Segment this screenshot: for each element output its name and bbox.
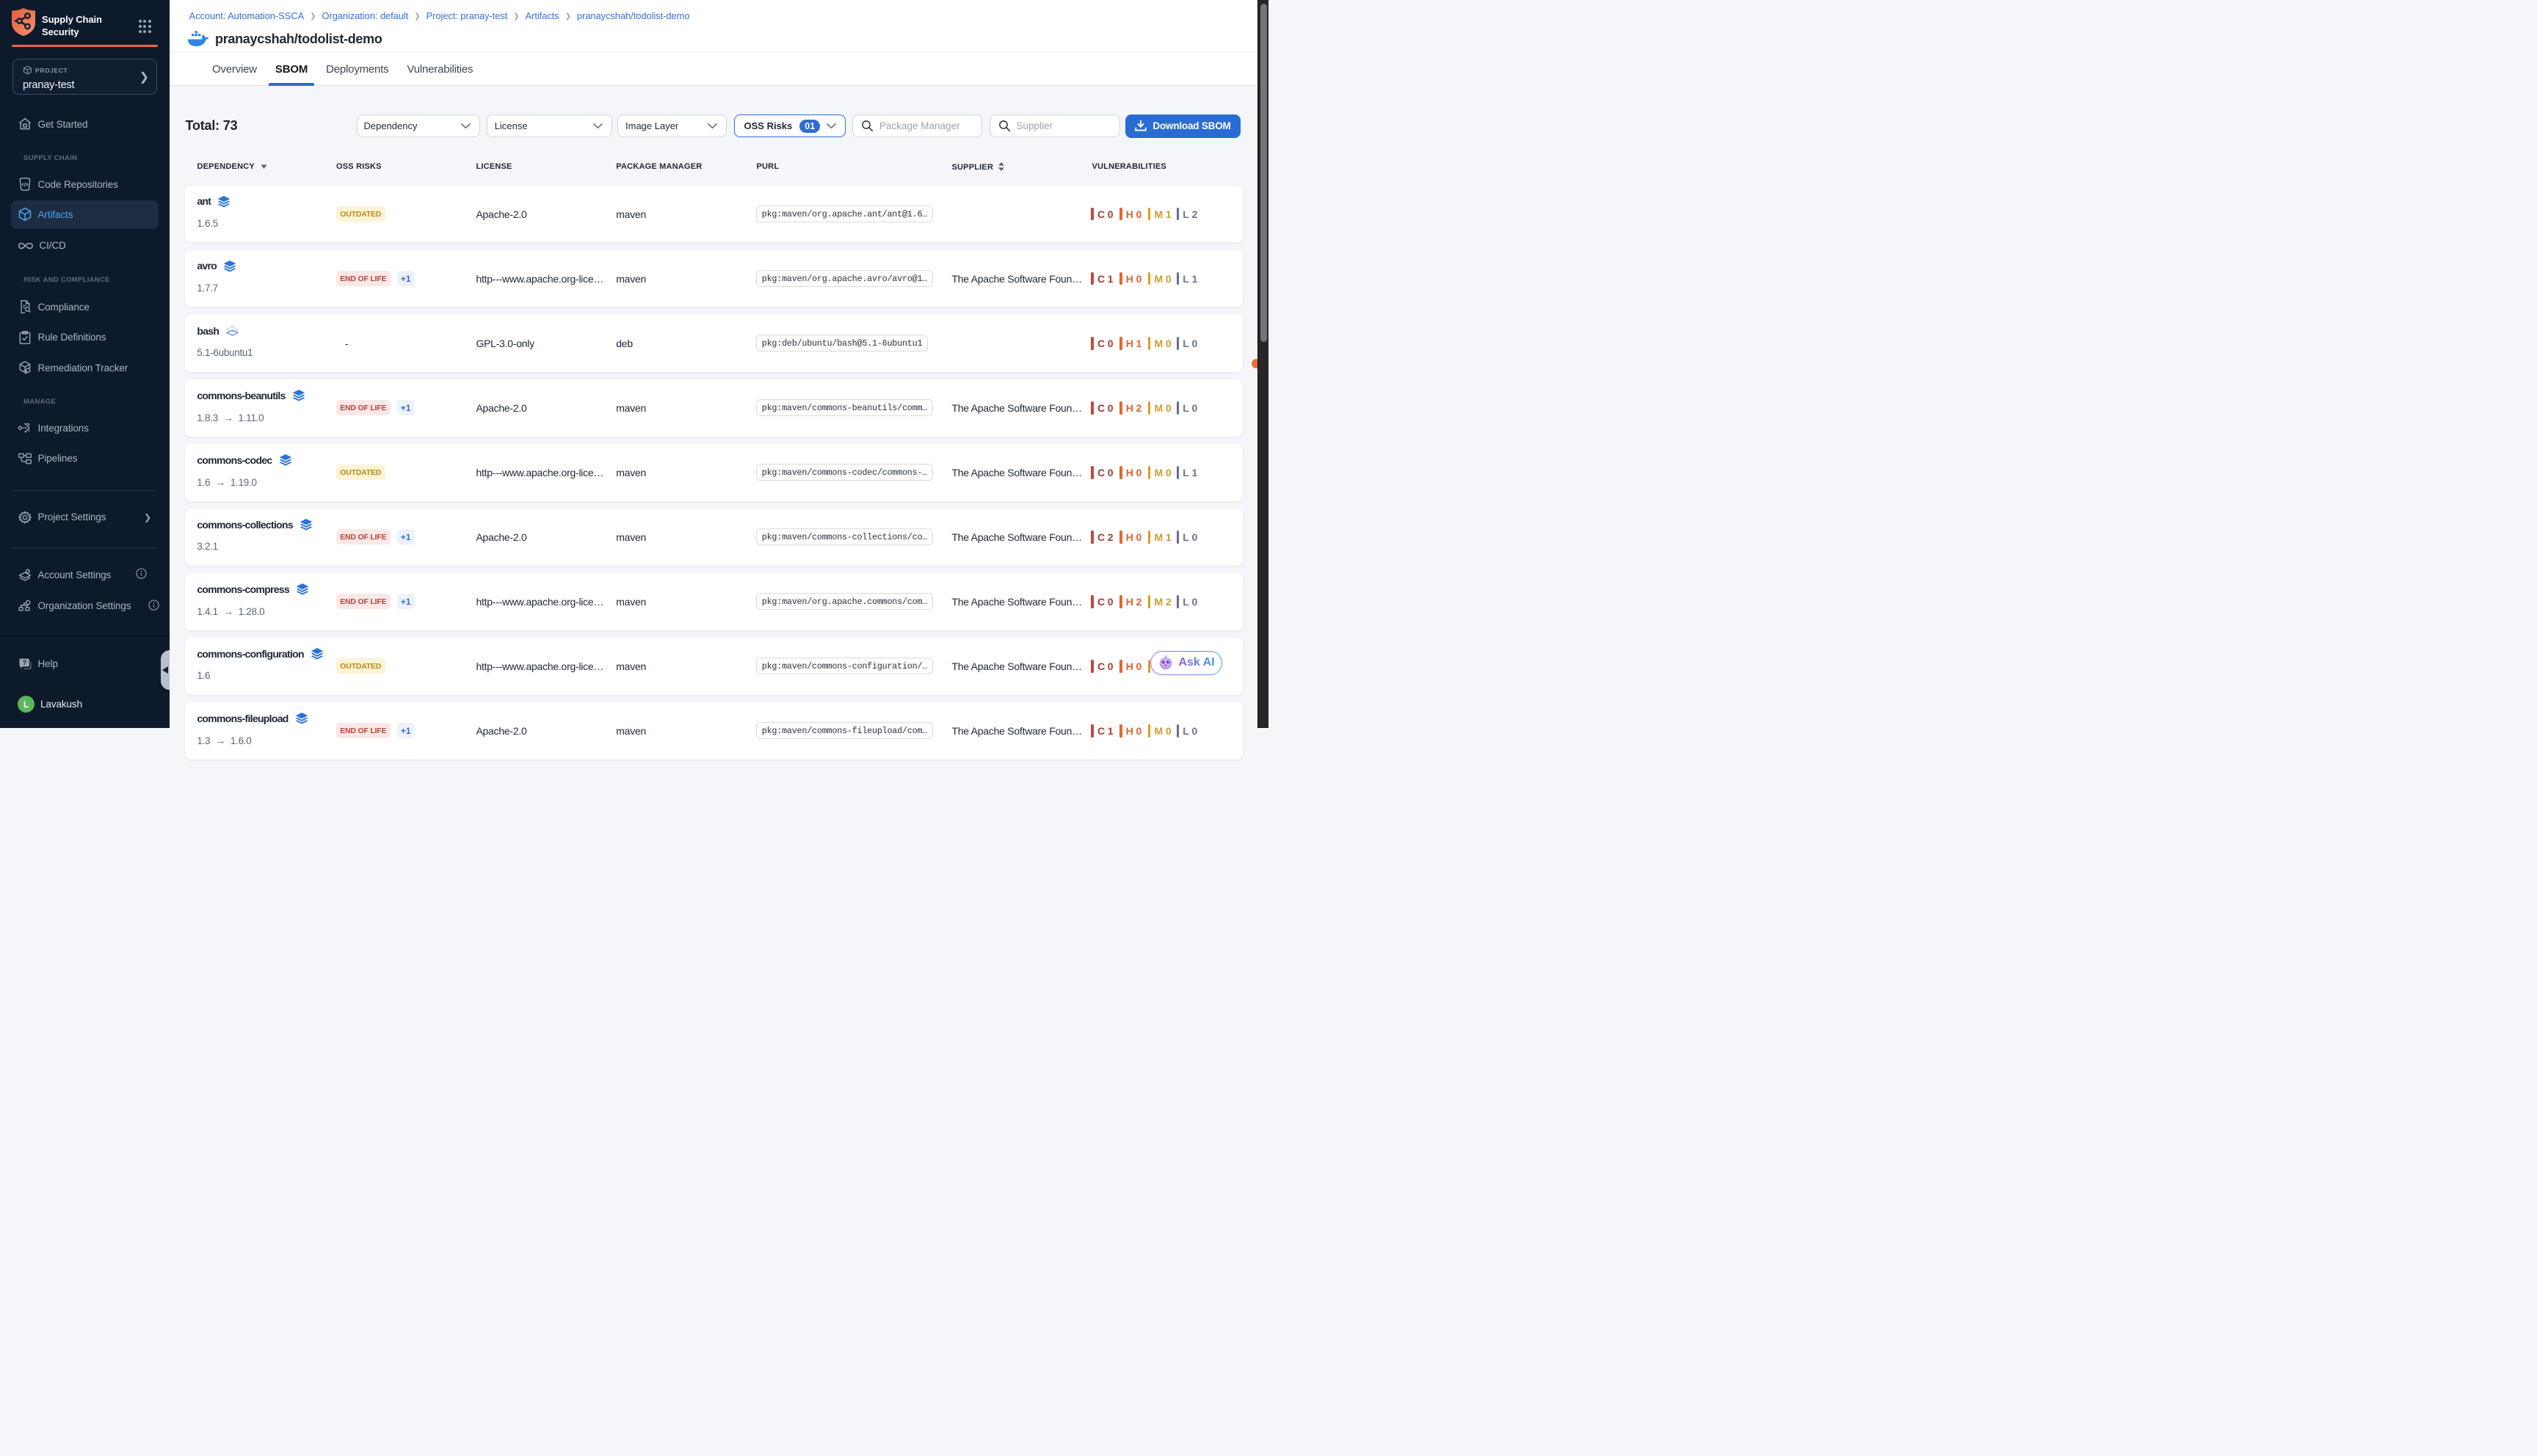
svg-text:?: ?	[23, 659, 27, 666]
